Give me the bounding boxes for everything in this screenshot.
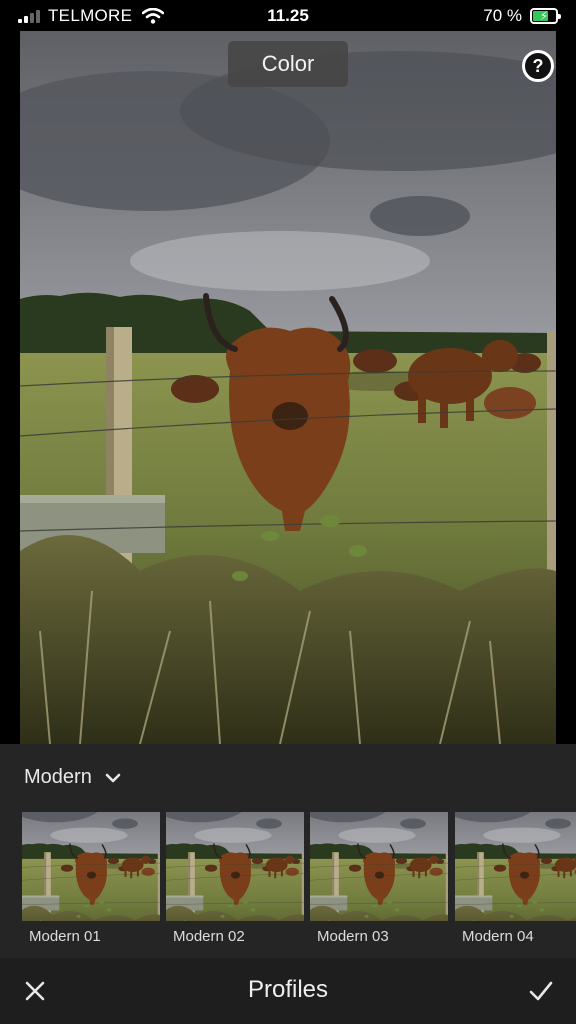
battery-icon: ⚡ — [530, 8, 561, 24]
status-right: 70 % ⚡ — [483, 6, 561, 26]
profile-thumbnail[interactable]: Modern 04 — [455, 812, 576, 945]
profile-label: Modern 04 — [462, 928, 534, 945]
chevron-down-icon — [105, 773, 121, 782]
profile-thumbnail-strip[interactable]: Modern 01 Modern 02 Modern 03 Modern 04 — [22, 812, 576, 952]
confirm-button[interactable] — [524, 974, 558, 1008]
photo-image — [20, 31, 556, 744]
profile-group-selector[interactable]: Modern — [24, 766, 122, 789]
profile-preview-image — [166, 812, 304, 921]
profile-thumbnail[interactable]: Modern 01 — [22, 812, 160, 945]
profile-label: Modern 01 — [29, 928, 101, 945]
photo-canvas[interactable] — [20, 31, 556, 744]
battery-percent: 70 % — [483, 6, 522, 25]
profile-label: Modern 03 — [317, 928, 389, 945]
mode-label-pill: Color — [228, 41, 348, 87]
status-bar: TELMORE 11.25 70 % ⚡ — [0, 0, 576, 32]
charging-bolt-icon: ⚡ — [539, 9, 549, 23]
profiles-panel: Modern Modern 01 Modern 02 Modern 03 Mod… — [0, 744, 576, 958]
toolbar-title: Profiles — [247, 976, 329, 1003]
checkmark-icon — [529, 981, 553, 1001]
profile-group-label: Modern — [24, 766, 92, 788]
profile-label: Modern 02 — [173, 928, 245, 945]
profile-thumbnail[interactable]: Modern 02 — [166, 812, 304, 945]
help-button[interactable]: ? — [522, 50, 554, 82]
profile-preview-image — [310, 812, 448, 921]
bottom-toolbar: Profiles — [0, 958, 576, 1024]
profile-thumbnail[interactable]: Modern 03 — [310, 812, 448, 945]
profile-preview-image — [22, 812, 160, 921]
profile-preview-image — [455, 812, 576, 921]
